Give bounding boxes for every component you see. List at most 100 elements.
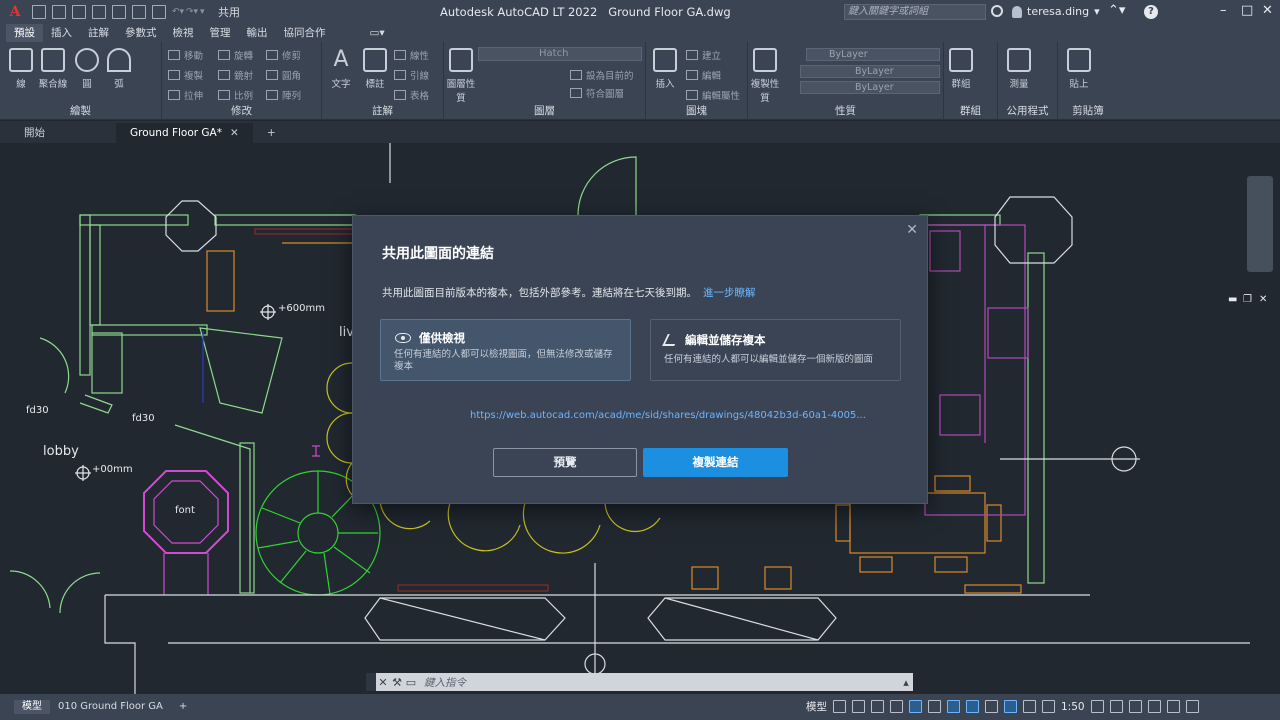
tab-layout[interactable]: 010 Ground Floor GA [50, 700, 171, 714]
color-dropdown[interactable]: ByLayer [806, 48, 940, 61]
stretch-button[interactable]: 拉伸 [168, 88, 203, 102]
paste-button[interactable]: 貼上 [1064, 48, 1094, 90]
ribbon-toggle-icon[interactable]: ▭▾ [362, 24, 393, 42]
tab-view[interactable]: 檢視 [165, 24, 202, 42]
tab-annotate[interactable]: 註解 [80, 24, 117, 42]
lineweight-dropdown[interactable]: ByLayer [800, 81, 940, 94]
copy-button[interactable]: 複製 [168, 68, 203, 82]
annotation-scale-icon[interactable] [1042, 700, 1055, 713]
tab-model[interactable]: 模型 [14, 700, 50, 714]
save-web-icon[interactable] [132, 5, 146, 19]
group-button[interactable]: 群組 [946, 48, 976, 90]
navigation-bar[interactable] [1247, 176, 1273, 272]
dynamic-input-icon[interactable] [890, 700, 903, 713]
annotation-visibility-icon[interactable] [1004, 700, 1017, 713]
panel-properties-title[interactable]: 性質 [748, 103, 943, 118]
new-file-icon[interactable] [32, 5, 46, 19]
tab-ground-floor[interactable]: Ground Floor GA* ✕ [116, 123, 253, 143]
auto-scale-icon[interactable] [1023, 700, 1036, 713]
scale-button[interactable]: 比例 [218, 88, 253, 102]
infer-constraints-icon[interactable] [871, 700, 884, 713]
object-snap-icon[interactable] [966, 700, 979, 713]
share-url-link[interactable]: https://web.autocad.com/acad/me/sid/shar… [470, 410, 866, 421]
copy-link-button[interactable]: 複製連結 [643, 448, 788, 477]
customization-icon[interactable] [1185, 700, 1199, 713]
edit-save-option[interactable]: 編輯並儲存複本 任何有連結的人都可以編輯並儲存一個新版的圖面 [650, 319, 901, 381]
panel-modify-title[interactable]: 修改 [162, 103, 321, 118]
panel-layers-title[interactable]: 圖層 [444, 103, 645, 118]
command-history-icon[interactable]: ▴ [899, 676, 913, 689]
panel-groups-title[interactable]: 群組 [944, 103, 997, 118]
panel-block-title[interactable]: 圖塊 [646, 103, 747, 118]
polyline-button[interactable]: 聚合線 [38, 48, 68, 90]
tab-parametric[interactable]: 參數式 [117, 24, 165, 42]
undo-icon[interactable]: ↶▾ [172, 7, 184, 17]
polar-tracking-icon[interactable] [928, 700, 941, 713]
tab-collaborate[interactable]: 協同合作 [276, 24, 334, 42]
create-block-button[interactable]: 建立 [686, 48, 721, 62]
snap-icon[interactable] [852, 700, 865, 713]
edit-attributes-button[interactable]: 編輯屬性 [686, 88, 740, 102]
isolate-objects-icon[interactable] [1147, 700, 1161, 713]
lineweight-icon[interactable] [985, 700, 998, 713]
dialog-close-icon[interactable]: ✕ [906, 222, 918, 238]
plot-icon[interactable] [152, 5, 166, 19]
command-input[interactable]: 鍵入指令 [418, 675, 899, 690]
array-button[interactable]: 陣列 [266, 88, 301, 102]
panel-utilities-title[interactable]: 公用程式 [998, 103, 1057, 118]
tab-insert[interactable]: 插入 [43, 24, 80, 42]
edit-block-button[interactable]: 編輯 [686, 68, 721, 82]
linear-button[interactable]: 線性 [394, 48, 429, 62]
add-layout-icon[interactable]: + [171, 700, 195, 714]
redo-icon[interactable]: ↷▾ [186, 7, 198, 17]
layer-dropdown[interactable]: Hatch [478, 47, 642, 61]
text-button[interactable]: A 文字 [326, 48, 356, 91]
preview-button[interactable]: 預覽 [493, 448, 637, 477]
help-icon[interactable]: ? [1144, 5, 1158, 19]
units-icon[interactable] [1109, 700, 1123, 713]
grid-icon[interactable] [833, 700, 846, 713]
workspace-gear-icon[interactable] [1090, 700, 1104, 713]
tab-manage[interactable]: 管理 [202, 24, 239, 42]
leader-button[interactable]: 引線 [394, 68, 429, 82]
search-input[interactable]: 鍵入關鍵字或詞組 [844, 4, 986, 20]
table-button[interactable]: 表格 [394, 88, 429, 102]
open-web-icon[interactable] [112, 5, 126, 19]
linetype-dropdown[interactable]: ByLayer [800, 65, 940, 78]
viewport-close-icon[interactable]: ✕ [1259, 294, 1267, 305]
viewport-restore-icon[interactable]: ❐ [1243, 294, 1252, 305]
save-as-icon[interactable] [92, 5, 106, 19]
save-icon[interactable] [72, 5, 86, 19]
isometric-icon[interactable] [947, 700, 960, 713]
panel-annotation-title[interactable]: 註解 [322, 103, 443, 118]
close-icon[interactable]: ✕ [1262, 3, 1273, 18]
rotate-button[interactable]: 旋轉 [218, 48, 253, 62]
scale-label[interactable]: 1:50 [1061, 701, 1085, 713]
quick-properties-icon[interactable] [1128, 700, 1142, 713]
command-close-icon[interactable]: ✕ [376, 676, 390, 689]
viewport-minimize-icon[interactable]: ▬ [1228, 294, 1237, 305]
minimize-icon[interactable]: – [1220, 3, 1227, 18]
panel-draw-title[interactable]: 繪製 [0, 103, 161, 118]
customize-icon[interactable]: ⚒ [390, 676, 404, 689]
match-properties-button[interactable]: 複製性質 [750, 48, 780, 104]
fillet-button[interactable]: 圓角 [266, 68, 301, 82]
view-only-option[interactable]: 僅供檢視 任何有連結的人都可以檢視圖面，但無法修改或儲存複本 [380, 319, 631, 381]
tab-output[interactable]: 輸出 [239, 24, 276, 42]
ortho-icon[interactable] [909, 700, 922, 713]
move-button[interactable]: 移動 [168, 48, 203, 62]
maximize-icon[interactable]: □ [1241, 3, 1253, 18]
circle-button[interactable]: 圓 [72, 48, 102, 90]
user-menu[interactable]: teresa.ding ▾ [1012, 5, 1100, 18]
command-line-grip-icon[interactable] [366, 673, 376, 691]
new-tab-icon[interactable]: + [253, 123, 290, 143]
model-space-label[interactable]: 模型 [806, 699, 827, 714]
autocad-logo-icon[interactable]: A [4, 2, 26, 22]
match-layer-button[interactable]: 符合圖層 [570, 86, 624, 100]
arc-button[interactable]: 弧 [104, 48, 134, 90]
customize-qat-icon[interactable]: ▾ [200, 7, 208, 17]
dimension-button[interactable]: 標註 [360, 48, 390, 90]
autodesk-app-store-icon[interactable]: ⌃▾ [1108, 3, 1125, 18]
search-icon[interactable] [991, 5, 1003, 17]
trim-button[interactable]: 修剪 [266, 48, 301, 62]
